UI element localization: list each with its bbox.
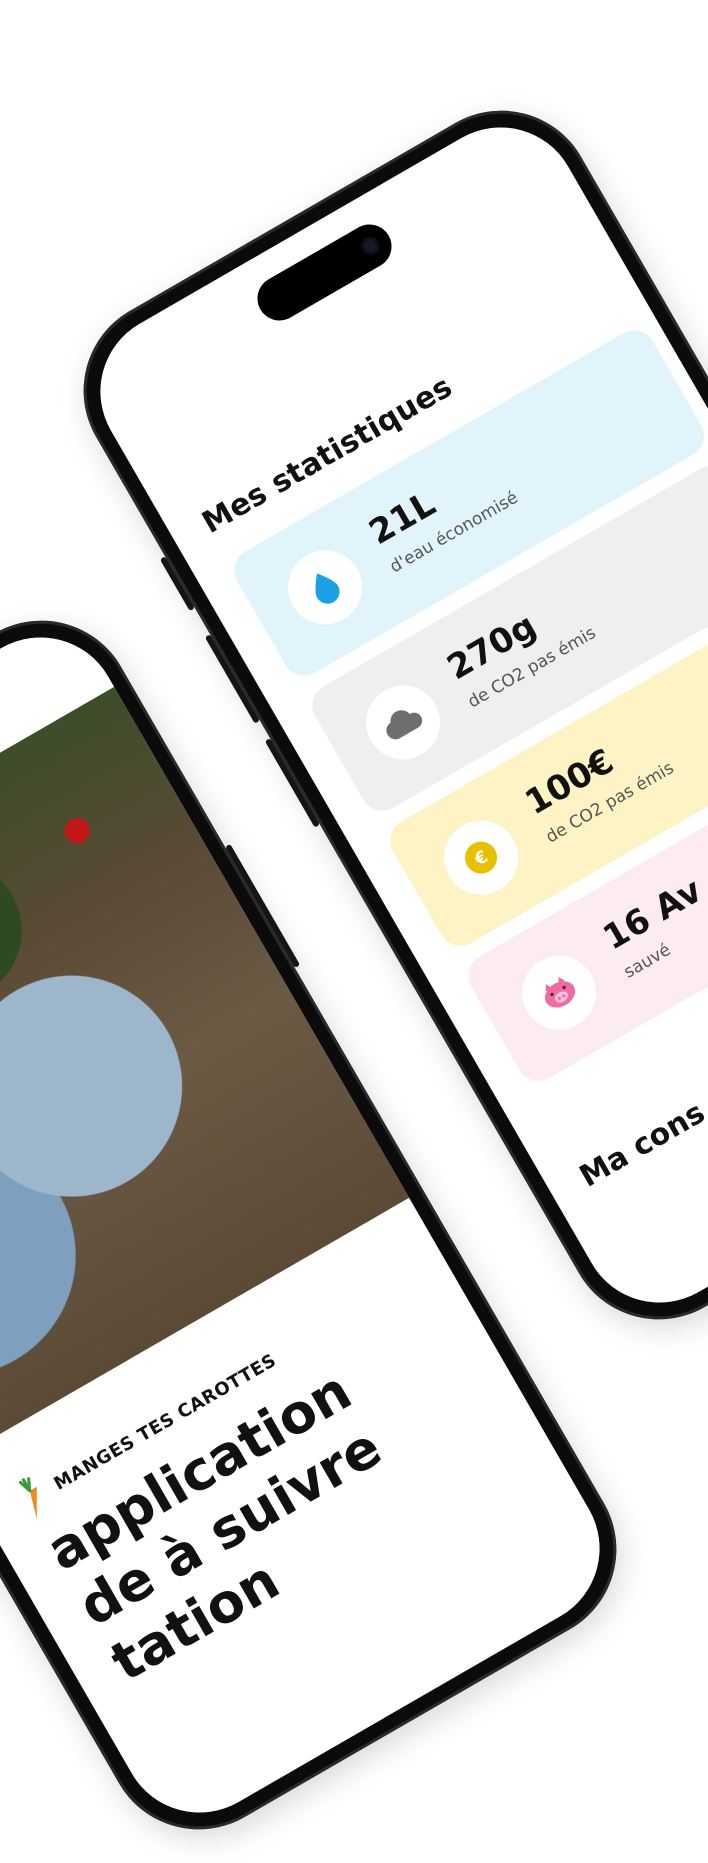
stat-icon-circle: € (430, 807, 532, 909)
carrot-icon (18, 1477, 37, 1519)
water-drop-icon (315, 573, 340, 604)
stat-icon-circle (352, 671, 454, 774)
euro-coin-icon: € (465, 841, 498, 874)
cloud-icon (386, 710, 423, 740)
dynamic-island (249, 216, 400, 329)
stat-icon-circle (274, 536, 376, 638)
stat-value: 16 Av (596, 870, 708, 959)
section-title-consumption: Ma cons (573, 1095, 708, 1195)
camera-lens (358, 233, 383, 259)
stat-icon-circle (508, 942, 610, 1044)
pig-icon (544, 977, 576, 1008)
